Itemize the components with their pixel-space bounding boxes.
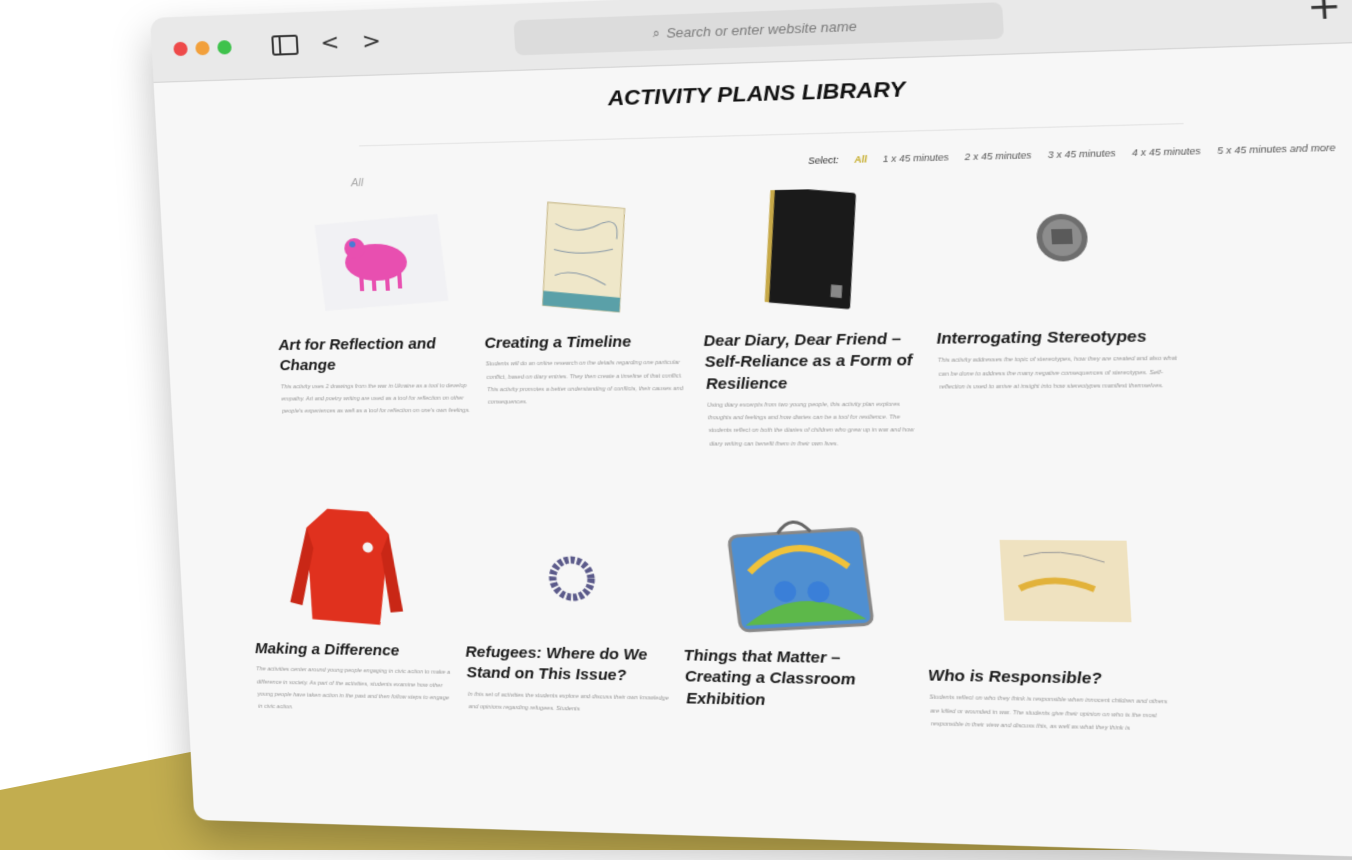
card-thumbnail[interactable] — [919, 523, 1175, 661]
card-excerpt: This activity uses 2 drawings from the w… — [280, 382, 471, 415]
card-excerpt: Students reflect on who they think is re… — [929, 694, 1168, 732]
card-title[interactable]: Making a Difference — [254, 639, 450, 663]
card-excerpt: The activities center around young peopl… — [255, 666, 451, 711]
minimize-window-button[interactable] — [195, 40, 210, 56]
card-thumbnail[interactable] — [247, 505, 449, 634]
bead-bracelet-image — [457, 505, 666, 637]
black-diary-image — [764, 186, 856, 310]
coin-image — [1035, 213, 1089, 262]
filter-4x45[interactable]: 4 x 45 minutes — [1131, 146, 1200, 159]
activity-card-dear-diary[interactable]: Dear Diary, Dear Friend – Self-Reliance … — [695, 186, 921, 451]
card-thumbnail[interactable] — [695, 186, 913, 323]
address-bar[interactable]: ⌕ Search or enter website name — [513, 2, 1005, 56]
filter-5x45-plus[interactable]: 5 x 45 minutes and more — [1217, 142, 1336, 156]
browser-window: < > ⌕ Search or enter website name + ACT… — [150, 0, 1352, 860]
smurf-suitcase-image — [675, 506, 903, 640]
duration-filters: Select: All 1 x 45 minutes 2 x 45 minute… — [808, 142, 1336, 166]
card-title[interactable]: Art for Reflection and Change — [278, 334, 476, 377]
activity-card-interrogating-stereotypes[interactable]: Interrogating Stereotypes This activity … — [928, 181, 1183, 394]
filter-2x45[interactable]: 2 x 45 minutes — [964, 150, 1032, 162]
card-excerpt: Students will do an online research on t… — [485, 360, 684, 406]
activity-card-creating-timeline[interactable]: Creating a Timeline Students will do an … — [476, 192, 691, 409]
forward-button[interactable]: > — [361, 28, 381, 54]
card-excerpt: In this set of activities the students e… — [467, 691, 669, 713]
activity-card-making-difference[interactable]: Making a Difference The activities cente… — [247, 505, 454, 718]
new-tab-button[interactable]: + — [1306, 0, 1343, 29]
card-thumbnail[interactable] — [675, 506, 903, 640]
card-title[interactable]: Refugees: Where do We Stand on This Issu… — [465, 642, 669, 688]
card-excerpt: This activity addresses the topic of ste… — [937, 355, 1178, 391]
filter-1x45[interactable]: 1 x 45 minutes — [883, 152, 950, 164]
card-thumbnail[interactable] — [457, 505, 666, 637]
card-title[interactable]: Things that Matter – Creating a Classroo… — [683, 646, 908, 714]
search-icon: ⌕ — [652, 24, 661, 40]
activity-card-refugees[interactable]: Refugees: Where do We Stand on This Issu… — [457, 505, 671, 717]
red-sweater-image — [290, 507, 405, 626]
card-title[interactable]: Dear Diary, Dear Friend – Self-Reliance … — [703, 329, 917, 395]
card-excerpt: Using diary excerpts from two young peop… — [707, 401, 915, 448]
filter-all[interactable]: All — [854, 154, 867, 165]
back-button[interactable]: < — [320, 30, 340, 56]
window-controls — [173, 40, 232, 57]
pink-pig-drawing-image — [314, 213, 449, 311]
filter-select-label: Select: — [807, 154, 840, 167]
card-title[interactable]: Creating a Timeline — [484, 331, 688, 354]
filter-3x45[interactable]: 3 x 45 minutes — [1047, 148, 1115, 160]
child-drawing-image — [999, 539, 1132, 623]
page-content: ACTIVITY PLANS LIBRARY All Select: All 1… — [155, 61, 1352, 732]
sidebar-toggle-icon[interactable] — [271, 34, 299, 56]
card-thumbnail[interactable] — [270, 197, 473, 328]
browser: < > ⌕ Search or enter website name + ACT… — [0, 0, 1352, 860]
card-thumbnail[interactable] — [928, 181, 1178, 320]
card-thumbnail[interactable] — [476, 192, 686, 325]
maximize-window-button[interactable] — [217, 40, 232, 55]
activity-card-art-for-reflection[interactable]: Art for Reflection and Change This activ… — [270, 197, 478, 418]
activity-card-things-that-matter[interactable]: Things that Matter – Creating a Classroo… — [675, 506, 908, 718]
card-title[interactable]: Who is Responsible? — [928, 666, 1177, 692]
close-window-button[interactable] — [173, 41, 188, 57]
address-bar-placeholder: Search or enter website name — [665, 17, 858, 41]
category-all-link[interactable]: All — [351, 177, 364, 190]
card-excerpt — [687, 714, 908, 719]
activity-card-who-is-responsible[interactable]: Who is Responsible? Students reflect on … — [919, 523, 1179, 736]
notebook-map-image — [476, 192, 686, 325]
card-title[interactable]: Interrogating Stereotypes — [936, 326, 1180, 350]
